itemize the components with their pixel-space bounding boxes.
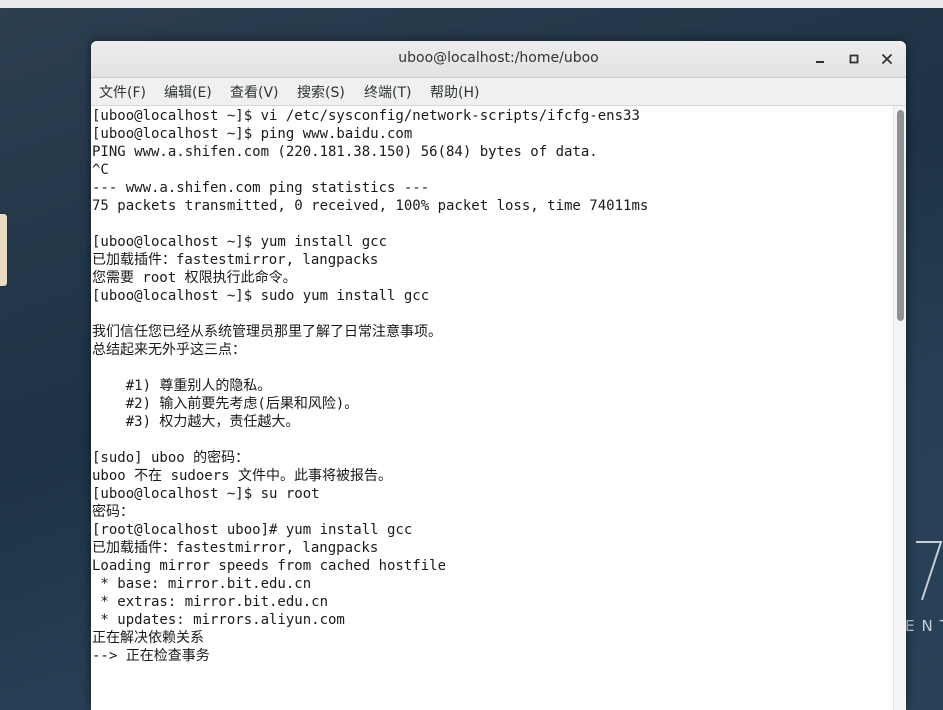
maximize-button[interactable] — [844, 49, 864, 69]
terminal-line: 您需要 root 权限执行此命令。 — [92, 270, 297, 286]
terminal-line: [sudo] uboo 的密码： — [92, 450, 250, 466]
menu-help[interactable]: 帮助(H) — [430, 82, 479, 102]
os-logo-icon — [916, 541, 943, 601]
minimize-icon — [816, 61, 824, 63]
terminal-line: [uboo@localhost ~]$ ping www.baidu.com — [92, 126, 413, 142]
terminal-line: uboo 不在 sudoers 文件中。此事将被报告。 — [92, 468, 393, 484]
terminal-line: --- www.a.shifen.com ping statistics --- — [92, 180, 430, 196]
minimize-button[interactable] — [810, 49, 830, 69]
desktop-file-icon[interactable] — [0, 214, 7, 286]
terminal-window: uboo@localhost:/home/uboo 文件(F) 编辑(E) 查看… — [91, 41, 906, 710]
menu-file[interactable]: 文件(F) — [99, 82, 146, 102]
terminal-line: * base: mirror.bit.edu.cn — [92, 576, 312, 592]
menu-terminal[interactable]: 终端(T) — [364, 82, 411, 102]
top-panel-strip — [0, 0, 943, 8]
menu-edit[interactable]: 编辑(E) — [164, 82, 212, 102]
terminal-line: --> 正在检查事务 — [92, 648, 210, 664]
maximize-icon — [849, 54, 859, 64]
scrollbar-thumb[interactable] — [897, 110, 904, 321]
os-logo-text: ENT — [905, 617, 943, 635]
menu-search[interactable]: 搜索(S) — [297, 82, 345, 102]
terminal-line: 已加载插件：fastestmirror, langpacks — [92, 540, 379, 556]
menu-bar: 文件(F) 编辑(E) 查看(V) 搜索(S) 终端(T) 帮助(H) — [91, 78, 906, 106]
terminal-scrollbar[interactable] — [893, 106, 906, 710]
close-button[interactable] — [877, 49, 897, 69]
terminal-line: ^C — [92, 162, 109, 178]
terminal-line: [uboo@localhost ~]$ yum install gcc — [92, 234, 388, 250]
terminal-line: [uboo@localhost ~]$ vi /etc/sysconfig/ne… — [92, 108, 640, 124]
window-titlebar[interactable]: uboo@localhost:/home/uboo — [91, 41, 906, 78]
terminal-line: 正在解决依赖关系 — [92, 630, 204, 646]
terminal-line: 总结起来无外乎这三点： — [92, 342, 246, 358]
terminal-line: [uboo@localhost ~]$ sudo yum install gcc — [92, 288, 430, 304]
menu-view[interactable]: 查看(V) — [230, 82, 279, 102]
terminal-line: 75 packets transmitted, 0 received, 100%… — [92, 198, 649, 214]
terminal-line: PING www.a.shifen.com (220.181.38.150) 5… — [92, 144, 598, 160]
terminal-output[interactable]: [uboo@localhost ~]$ vi /etc/sysconfig/ne… — [91, 106, 893, 710]
terminal-line: [uboo@localhost ~]$ su root — [92, 486, 320, 502]
terminal-line: #1) 尊重别人的隐私。 — [92, 378, 272, 394]
terminal-line: Loading mirror speeds from cached hostfi… — [92, 558, 447, 574]
terminal-line: #3) 权力越大，责任越大。 — [92, 414, 300, 430]
terminal-line: * extras: mirror.bit.edu.cn — [92, 594, 329, 610]
terminal-line: 我们信任您已经从系统管理员那里了解了日常注意事项。 — [92, 324, 442, 340]
terminal-line: 密码： — [92, 504, 134, 520]
terminal-line: #2) 输入前要先考虑(后果和风险)。 — [92, 396, 359, 412]
terminal-line: [root@localhost uboo]# yum install gcc — [92, 522, 413, 538]
terminal-line: 已加载插件：fastestmirror, langpacks — [92, 252, 379, 268]
window-title: uboo@localhost:/home/uboo — [398, 50, 599, 66]
terminal-line: * updates: mirrors.aliyun.com — [92, 612, 345, 628]
close-icon — [882, 54, 892, 64]
